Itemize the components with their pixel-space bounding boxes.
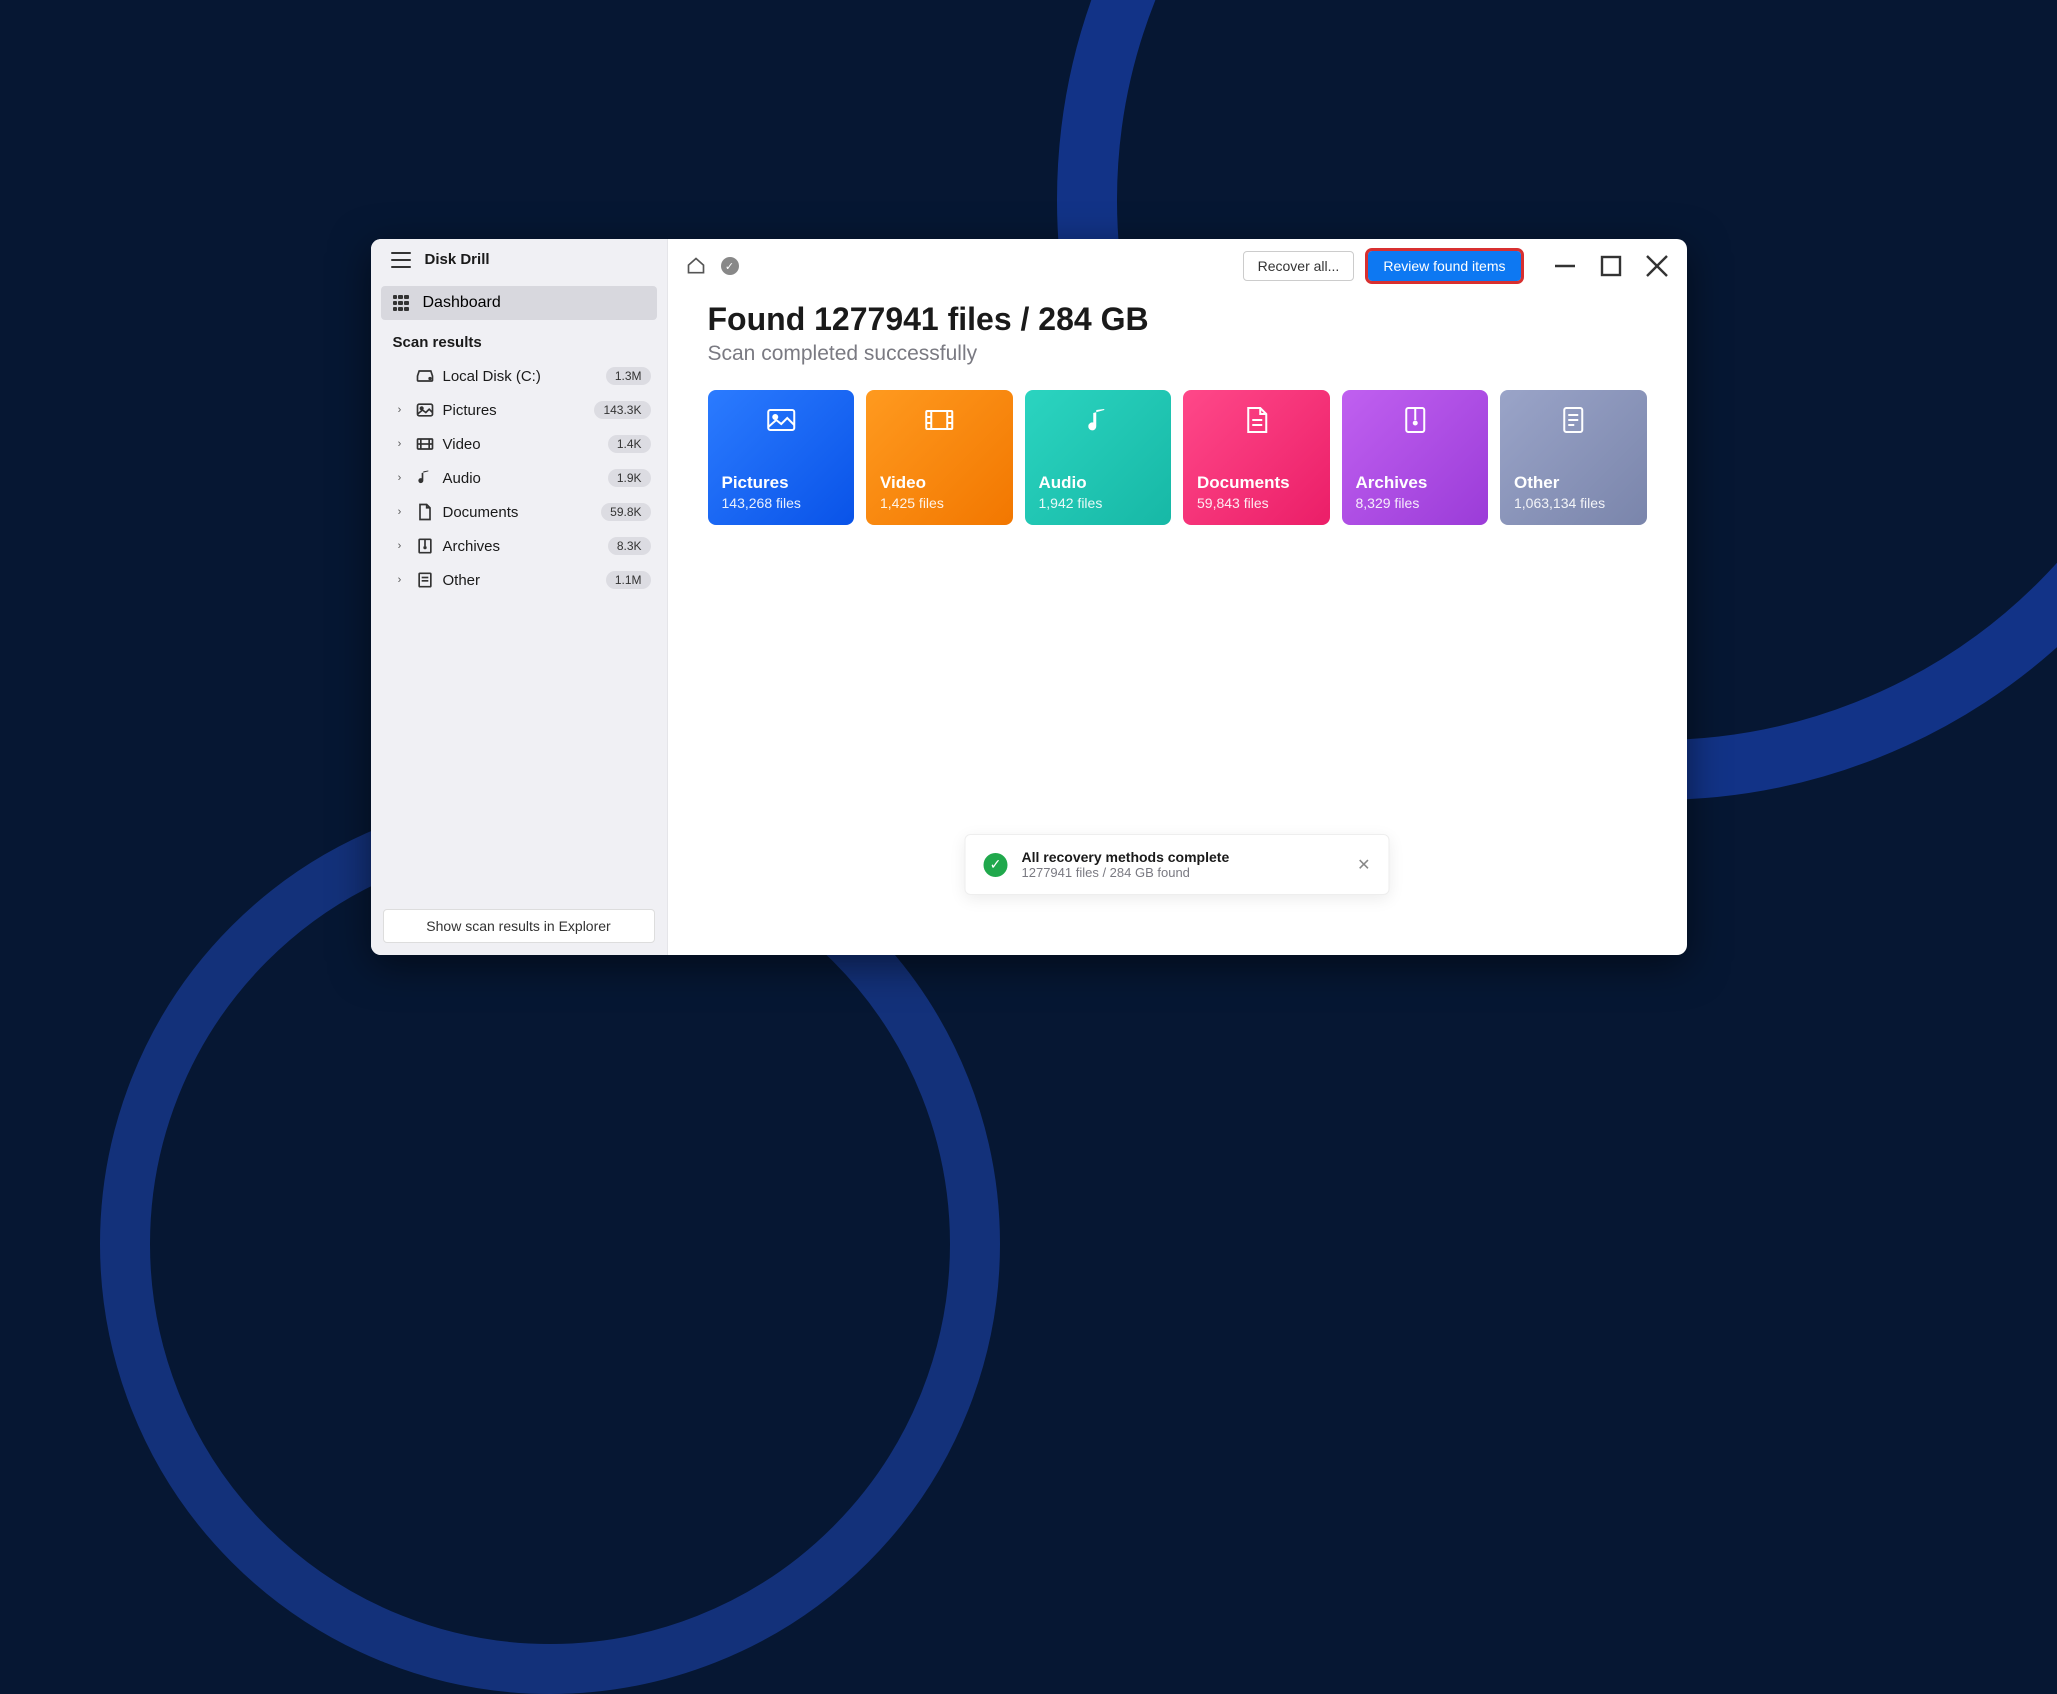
results-subheadline: Scan completed successfully [708,342,1647,366]
chevron-right-icon[interactable]: › [393,574,407,586]
review-found-items-button[interactable]: Review found items [1368,251,1520,281]
sidebar-section-title: Scan results [371,320,667,359]
card-title: Video [880,473,999,493]
sidebar-header: Disk Drill [371,239,667,280]
toast-close-button[interactable]: ✕ [1357,855,1370,875]
content: Found 1277941 files / 284 GB Scan comple… [668,293,1687,545]
dashboard-icon [393,295,409,311]
show-in-explorer-button[interactable]: Show scan results in Explorer [383,909,655,943]
card-pictures[interactable]: Pictures 143,268 files [708,390,855,525]
card-title: Pictures [722,473,841,493]
disk-icon [415,366,435,386]
tree-label: Archives [443,538,600,555]
tree-badge: 1.1M [606,571,651,589]
home-icon[interactable] [686,256,706,276]
sidebar-item-pictures[interactable]: › Pictures 143.3K [371,393,667,427]
category-cards: Pictures 143,268 files Video 1,425 files… [708,390,1647,525]
chevron-right-icon[interactable]: › [393,540,407,552]
chevron-right-icon[interactable]: › [393,404,407,416]
tree-label: Other [443,572,598,589]
sidebar-item-video[interactable]: › Video 1.4K [371,427,667,461]
toast-sub: 1277941 files / 284 GB found [1022,865,1344,880]
audio-icon [415,468,435,488]
recover-all-button[interactable]: Recover all... [1243,251,1355,281]
card-documents[interactable]: Documents 59,843 files [1183,390,1330,525]
sidebar-item-other[interactable]: › Other 1.1M [371,563,667,597]
card-audio[interactable]: Audio 1,942 files [1025,390,1172,525]
sidebar-item-local-disk[interactable]: Local Disk (C:) 1.3M [371,359,667,393]
minimize-button[interactable] [1553,254,1577,278]
chevron-right-icon[interactable]: › [393,438,407,450]
sidebar-item-label: Dashboard [423,294,501,312]
card-sub: 1,425 files [880,495,999,511]
toast-title: All recovery methods complete [1022,849,1344,865]
sidebar-item-archives[interactable]: › Archives 8.3K [371,529,667,563]
card-sub: 1,063,134 files [1514,495,1633,511]
document-icon [415,502,435,522]
video-icon [415,434,435,454]
card-title: Audio [1039,473,1158,493]
check-icon: ✓ [984,853,1008,877]
card-sub: 1,942 files [1039,495,1158,511]
tree-badge: 1.4K [608,435,651,453]
document-icon [1197,404,1316,436]
sidebar-nav: Dashboard [371,280,667,320]
card-title: Other [1514,473,1633,493]
tree-label: Documents [443,504,594,521]
app-window: Disk Drill Dashboard Scan results Local … [371,239,1687,955]
card-title: Documents [1197,473,1316,493]
maximize-button[interactable] [1599,254,1623,278]
card-sub: 59,843 files [1197,495,1316,511]
tree-badge: 1.3M [606,367,651,385]
tree-badge: 1.9K [608,469,651,487]
other-icon [415,570,435,590]
tree-label: Pictures [443,402,587,419]
hamburger-icon[interactable] [391,252,411,268]
sidebar-footer: Show scan results in Explorer [371,897,667,955]
audio-icon [1039,404,1158,436]
sidebar: Disk Drill Dashboard Scan results Local … [371,239,668,955]
toast-body: All recovery methods complete 1277941 fi… [1022,849,1344,880]
tree-label: Audio [443,470,600,487]
toast-notification: ✓ All recovery methods complete 1277941 … [965,834,1390,895]
main: ✓ Recover all... Review found items Foun… [668,239,1687,955]
tree-badge: 8.3K [608,537,651,555]
tree-badge: 59.8K [601,503,650,521]
card-other[interactable]: Other 1,063,134 files [1500,390,1647,525]
window-controls [1553,254,1669,278]
card-title: Archives [1356,473,1475,493]
toolbar: ✓ Recover all... Review found items [668,239,1687,293]
archive-icon [415,536,435,556]
archive-icon [1356,404,1475,436]
tree-label: Video [443,436,600,453]
image-icon [415,400,435,420]
sidebar-item-documents[interactable]: › Documents 59.8K [371,495,667,529]
app-title: Disk Drill [425,251,490,268]
other-icon [1514,404,1633,436]
tree-label: Local Disk (C:) [443,368,598,385]
sidebar-item-dashboard[interactable]: Dashboard [381,286,657,320]
close-button[interactable] [1645,254,1669,278]
card-sub: 8,329 files [1356,495,1475,511]
chevron-right-icon[interactable]: › [393,472,407,484]
tree-badge: 143.3K [594,401,650,419]
check-circle-icon[interactable]: ✓ [720,256,740,276]
sidebar-item-audio[interactable]: › Audio 1.9K [371,461,667,495]
card-sub: 143,268 files [722,495,841,511]
card-video[interactable]: Video 1,425 files [866,390,1013,525]
video-icon [880,404,999,436]
card-archives[interactable]: Archives 8,329 files [1342,390,1489,525]
results-headline: Found 1277941 files / 284 GB [708,301,1647,338]
chevron-right-icon[interactable]: › [393,506,407,518]
image-icon [722,404,841,436]
